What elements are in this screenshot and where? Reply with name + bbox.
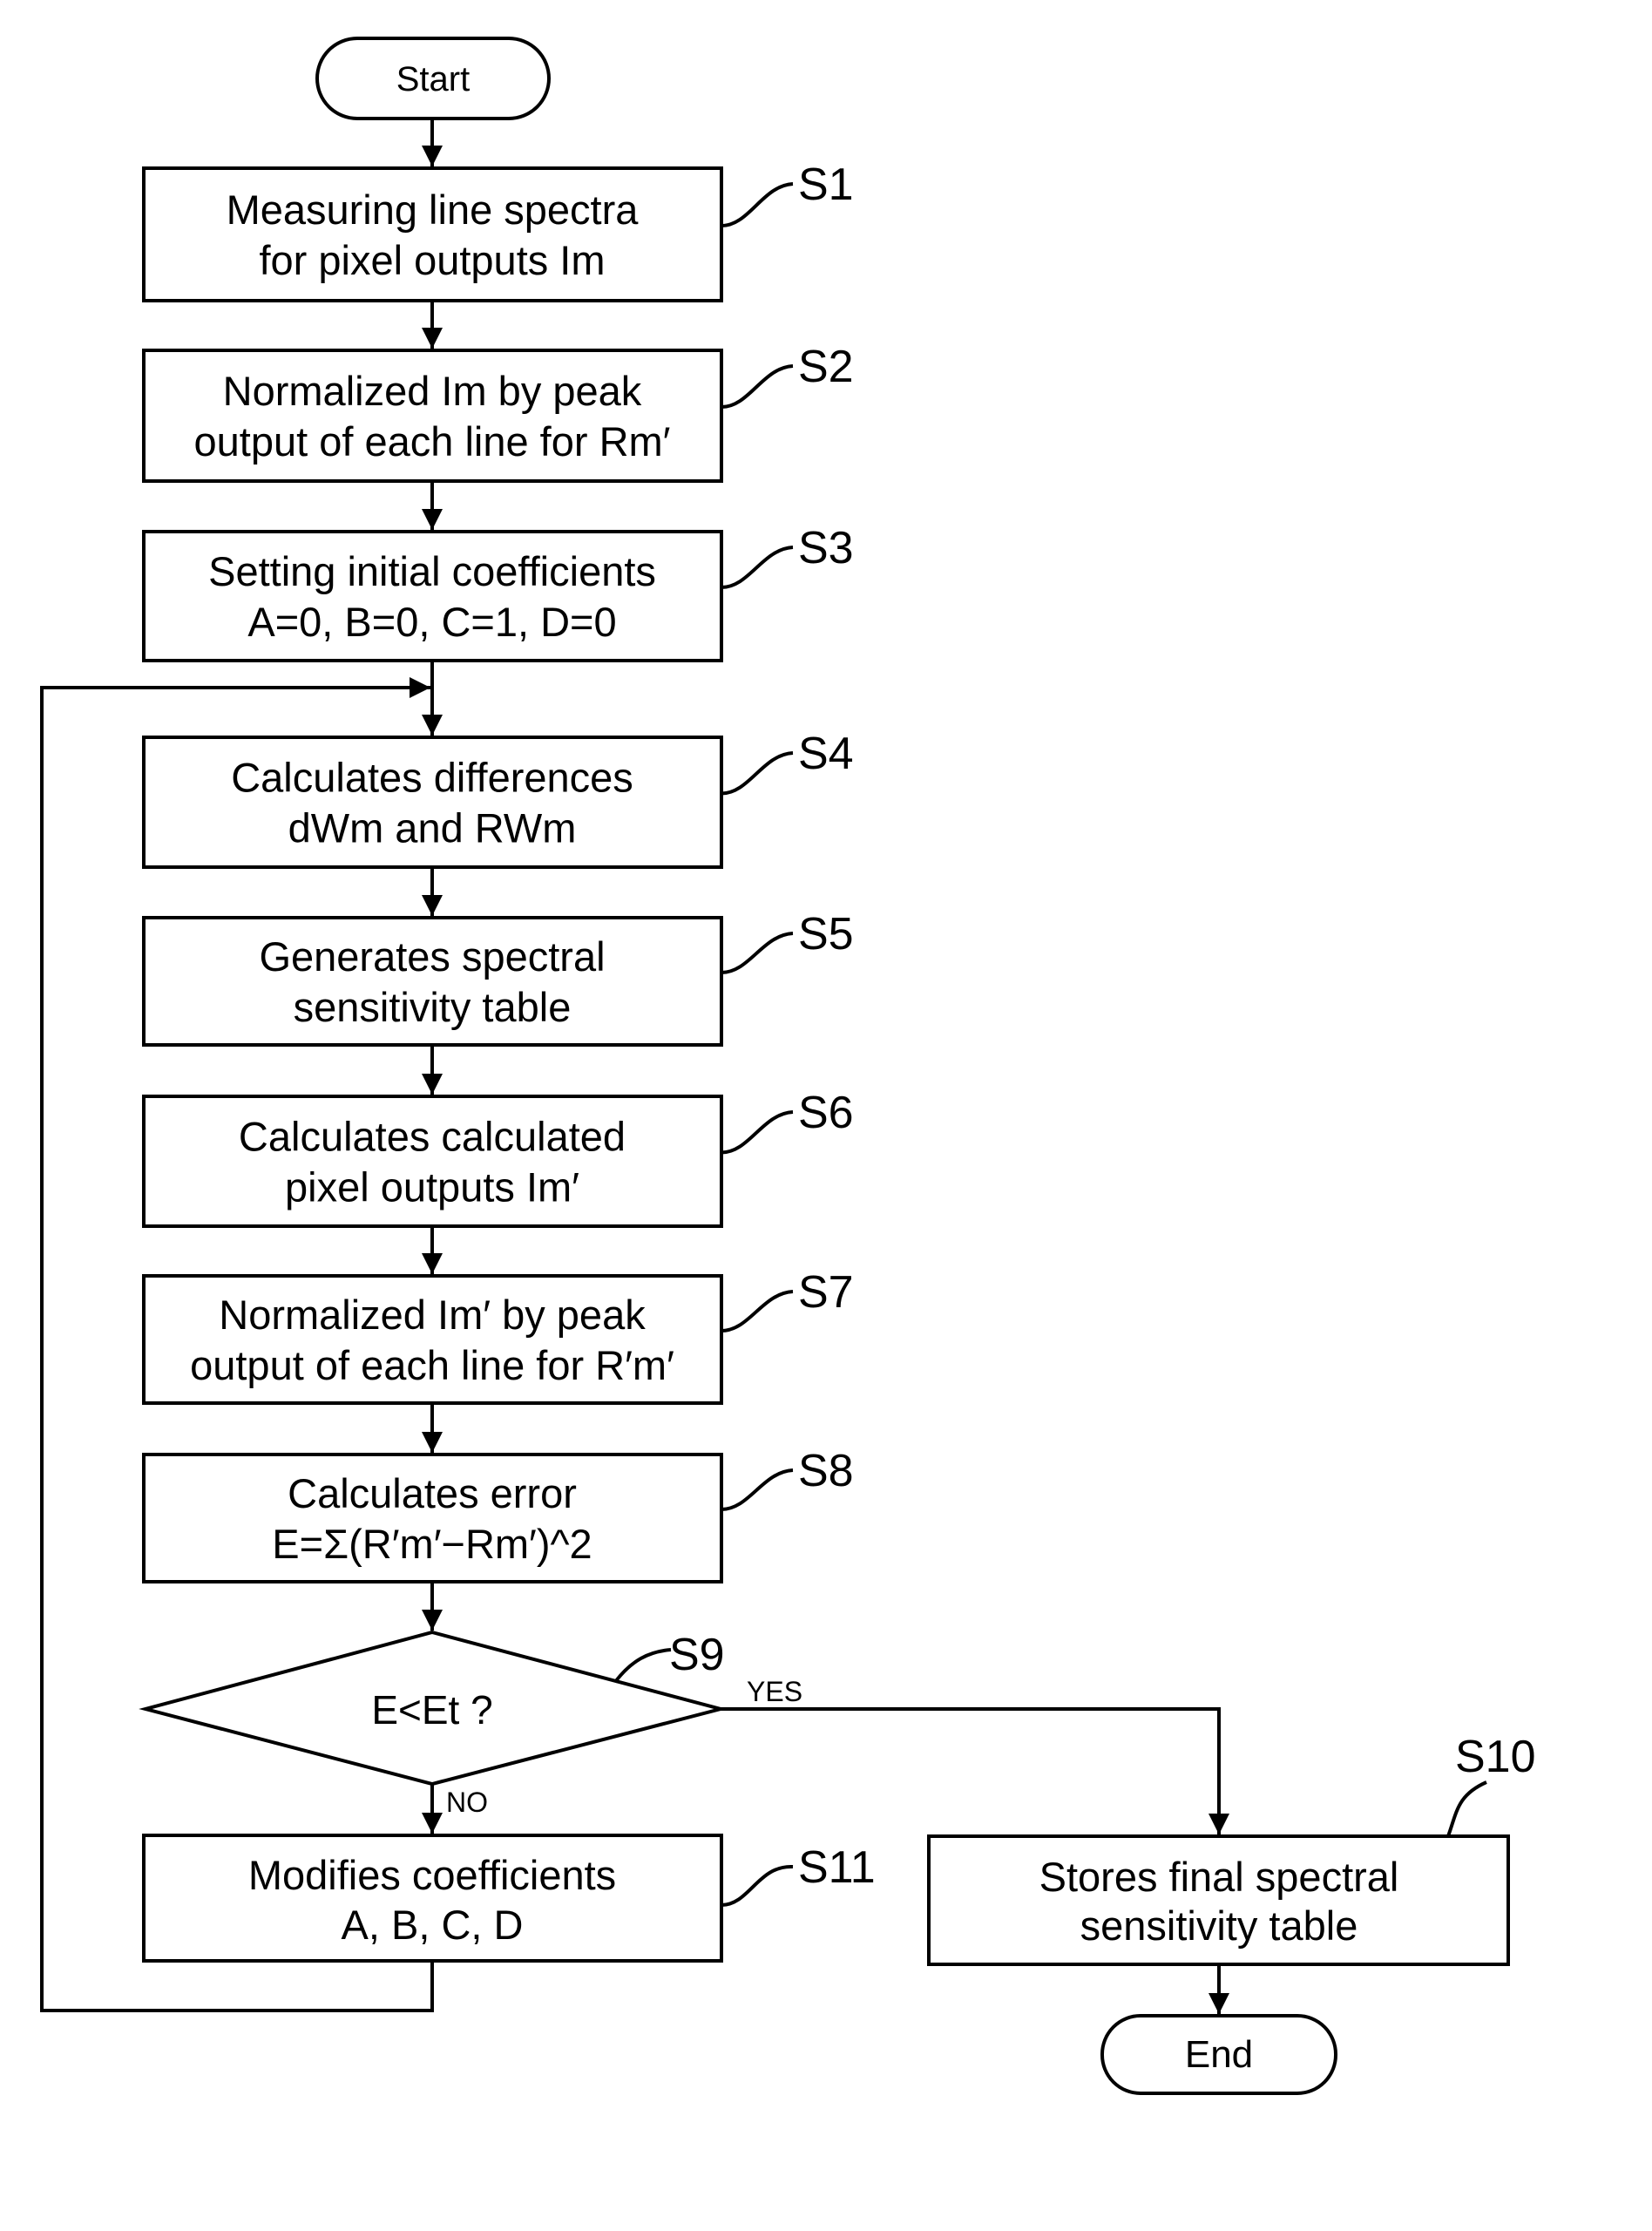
- step-text-line: E=Σ(R′m′−Rm′)^2: [272, 1521, 592, 1567]
- step-text-line: Calculates error: [288, 1470, 577, 1516]
- s6-leader: [721, 1110, 794, 1155]
- s5-leader: [721, 932, 794, 974]
- step-s5: Generates spectralsensitivity table S5: [142, 909, 854, 1047]
- flowchart: Start Measuring line spectrafor pixel ou…: [40, 37, 1536, 2095]
- step-text-line: Modifies coefficients: [248, 1852, 616, 1898]
- step-text-line: Stores final spectral: [1039, 1854, 1399, 1900]
- decision-text: E<Et ?: [371, 1687, 492, 1733]
- s10-leader: [1446, 1780, 1487, 1837]
- step-id-s10: S10: [1455, 1732, 1536, 1782]
- step-s7: Normalized Im′ by peakoutput of each lin…: [142, 1267, 854, 1405]
- step-text-line: Measuring line spectra: [227, 186, 640, 233]
- step-id-s11: S11: [798, 1842, 876, 1893]
- step-text-line: sensitivity table: [294, 984, 572, 1030]
- step-text-line: output of each line for Rm′: [194, 418, 671, 465]
- step-text-line: Normalized Im′ by peak: [219, 1292, 646, 1338]
- step-id-s3: S3: [798, 523, 854, 573]
- step-s8: Calculates error E=Σ(R′m′−Rm′)^2 S8: [142, 1446, 854, 1583]
- s7-leader: [721, 1290, 794, 1332]
- step-s1: Measuring line spectrafor pixel outputs …: [142, 159, 854, 302]
- step-id-s4: S4: [798, 729, 854, 779]
- start-terminal: Start: [315, 37, 551, 120]
- end-terminal: End: [1100, 2014, 1337, 2095]
- arrow-s9-yes-s10: [721, 1707, 1229, 1834]
- step-text-line: Normalized Im by peak: [223, 368, 642, 414]
- step-text-line: A=0, B=0, C=1, D=0: [247, 599, 616, 645]
- step-text-line: for pixel outputs Im: [259, 237, 605, 283]
- step-text-line: pixel outputs Im′: [285, 1164, 579, 1210]
- yes-label: YES: [747, 1676, 802, 1707]
- s11-leader: [721, 1864, 794, 1907]
- step-s3: Setting initial coefficients A=0, B=0, C=…: [142, 523, 854, 662]
- decision-s9: E<Et ? S9 YES NO: [139, 1630, 802, 1818]
- step-s10: Stores final spectral sensitivity table …: [927, 1732, 1536, 1966]
- s1-leader: [721, 182, 794, 227]
- process-steps: Measuring line spectrafor pixel outputs …: [142, 159, 854, 1583]
- step-text-line: Setting initial coefficients: [208, 548, 656, 594]
- step-text-line: sensitivity table: [1080, 1902, 1358, 1949]
- step-s2: Normalized Im by peakoutput of each line…: [142, 342, 854, 483]
- step-id-s9: S9: [669, 1630, 725, 1680]
- step-id-s7: S7: [798, 1267, 854, 1318]
- step-id-s6: S6: [798, 1088, 854, 1138]
- step-id-s5: S5: [798, 909, 854, 960]
- step-text-line: A, B, C, D: [342, 1902, 524, 1948]
- step-id-s2: S2: [798, 342, 854, 392]
- step-s4: Calculates differencesdWm and RWm S4: [142, 729, 854, 869]
- step-s11: Modifies coefficients A, B, C, D S11: [142, 1834, 876, 1963]
- s8-leader: [721, 1468, 794, 1511]
- step-s6: Calculates calculatedpixel outputs Im′ S6: [142, 1088, 854, 1228]
- step-text-line: dWm and RWm: [288, 805, 577, 851]
- step-id-s1: S1: [798, 159, 854, 210]
- step-text-line: Generates spectral: [259, 933, 605, 980]
- s9-leader: [613, 1648, 672, 1684]
- no-label: NO: [446, 1787, 488, 1818]
- start-label: Start: [396, 60, 470, 98]
- end-label: End: [1185, 2033, 1253, 2076]
- s3-leader: [721, 546, 794, 589]
- step-text-line: Calculates calculated: [239, 1114, 626, 1160]
- s2-leader: [721, 364, 794, 409]
- s4-leader: [721, 751, 794, 796]
- step-text-line: output of each line for R′m′: [190, 1342, 674, 1388]
- step-id-s8: S8: [798, 1446, 854, 1496]
- step-text-line: Calculates differences: [231, 755, 633, 801]
